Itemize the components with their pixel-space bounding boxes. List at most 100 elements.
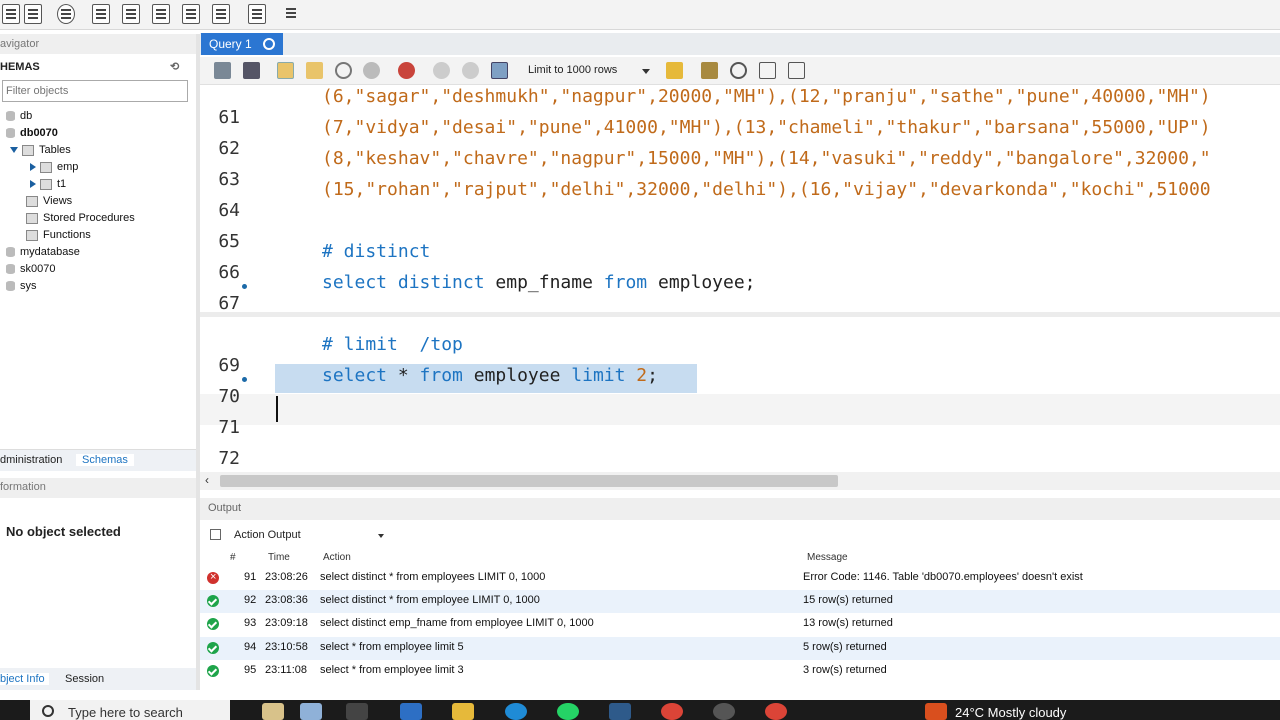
output-row[interactable]: 92 23:08:36 select distinct * from emplo… [200, 590, 1280, 613]
column-header-action[interactable]: Action [323, 552, 351, 563]
wrap-icon[interactable] [788, 62, 805, 79]
output-row[interactable]: 95 23:11:08 select * from employee limit… [200, 660, 1280, 683]
rollback-icon[interactable] [462, 62, 479, 79]
tab-query-1[interactable]: Query 1 [201, 33, 283, 55]
file-explorer-icon[interactable] [452, 703, 474, 720]
row-action: select distinct * from employee LIMIT 0,… [320, 594, 540, 606]
output-row[interactable]: 91 23:08:26 select distinct * from emplo… [200, 567, 1280, 590]
code-text: (7,"vidya","desai","pune",41000,"MH"),(1… [322, 117, 1211, 138]
execute-icon[interactable] [277, 62, 294, 79]
create-schema-icon[interactable] [92, 4, 110, 24]
column-header-time[interactable]: Time [268, 552, 290, 563]
toggle-error-icon[interactable] [398, 62, 415, 79]
output-column-headers: # Time Action Message [200, 549, 1280, 567]
search-table-icon[interactable] [248, 4, 266, 24]
schema-item-sk0070[interactable]: sk0070 [6, 263, 55, 275]
tree-item-table-emp[interactable]: emp [30, 161, 78, 173]
clock-icon[interactable] [713, 703, 735, 720]
inspector-icon[interactable] [57, 4, 75, 24]
weather-icon[interactable] [925, 703, 947, 720]
row-time: 23:11:08 [265, 664, 308, 676]
query-tab-label: Query 1 [209, 37, 252, 51]
reconnect-icon[interactable] [283, 4, 301, 24]
expand-arrow-icon[interactable] [10, 147, 18, 154]
close-icon[interactable] [263, 38, 275, 50]
format-icon[interactable] [701, 62, 718, 79]
scrollbar-thumb[interactable] [220, 475, 838, 487]
keyword: from [603, 272, 648, 293]
tab-schemas[interactable]: Schemas [76, 454, 134, 466]
code-line: 70 select * from employee limit 2; [200, 365, 1280, 407]
save-icon[interactable] [243, 62, 260, 79]
tree-item-views[interactable]: Views [26, 195, 72, 207]
widgets-icon[interactable] [346, 703, 368, 720]
stop-icon[interactable] [363, 62, 380, 79]
collapse-arrow-icon[interactable] [30, 180, 36, 189]
row-num: 93 [244, 617, 257, 629]
row-message: 5 row(s) returned [803, 641, 887, 653]
app-icon[interactable] [300, 703, 322, 720]
output-row[interactable]: 93 23:09:18 select distinct emp_fname fr… [200, 613, 1280, 636]
open-folder-icon[interactable] [214, 62, 231, 79]
execute-current-icon[interactable] [306, 62, 323, 79]
output-row[interactable]: 94 23:10:58 select * from employee limit… [200, 637, 1280, 660]
collapse-arrow-icon[interactable] [30, 163, 36, 172]
open-sql-icon[interactable] [24, 4, 42, 24]
mysql-workbench-icon[interactable] [609, 703, 631, 720]
task-view-icon[interactable] [262, 703, 284, 720]
line-number: 72 [218, 448, 240, 469]
information-header: formation [0, 478, 196, 498]
output-type-select[interactable]: Action Output [228, 525, 388, 545]
navigator-tabs: dministration Schemas [0, 449, 196, 471]
create-view-icon[interactable] [152, 4, 170, 24]
scroll-left-icon[interactable]: ‹ [205, 473, 209, 487]
folder-icon [26, 195, 38, 207]
schema-item-db[interactable]: db [6, 110, 32, 122]
search-icon[interactable] [730, 62, 747, 79]
commit-icon[interactable] [433, 62, 450, 79]
schema-item-sys[interactable]: sys [6, 280, 37, 292]
code-line: 65 [200, 210, 1280, 252]
chrome-icon[interactable] [765, 703, 787, 720]
views-label: Views [43, 195, 73, 207]
filter-objects-input[interactable] [2, 80, 188, 102]
schema-label: db0070 [20, 127, 58, 139]
folder-icon [26, 229, 38, 241]
tab-administration[interactable]: dministration [0, 454, 62, 466]
limit-rows-select[interactable]: Limit to 1000 rows [522, 61, 654, 81]
table-label: t1 [57, 178, 67, 190]
database-icon [6, 281, 15, 292]
schema-item-mydatabase[interactable]: mydatabase [6, 246, 80, 258]
tab-object-info[interactable]: bject Info [0, 673, 49, 685]
copy-icon[interactable] [210, 529, 221, 540]
create-procedure-icon[interactable] [182, 4, 200, 24]
invisible-chars-icon[interactable] [759, 62, 776, 79]
functions-label: Functions [43, 229, 91, 241]
tree-item-table-t1[interactable]: t1 [30, 178, 66, 190]
refresh-icon[interactable]: ⟲ [170, 60, 179, 73]
schema-item-db0070[interactable]: db0070 [6, 127, 58, 139]
code-line: 63 (8,"keshav","chavre","nagpur",15000,"… [200, 148, 1280, 190]
tree-item-procedures[interactable]: Stored Procedures [26, 212, 135, 224]
whatsapp-icon[interactable] [557, 703, 579, 720]
new-connection-icon[interactable] [2, 4, 20, 24]
create-function-icon[interactable] [212, 4, 230, 24]
chrome-icon[interactable] [661, 703, 683, 720]
row-num: 95 [244, 664, 257, 676]
tab-session[interactable]: Session [65, 673, 104, 685]
column-header-message[interactable]: Message [807, 552, 848, 563]
tree-item-tables[interactable]: Tables [10, 144, 71, 156]
folded-line [200, 312, 1280, 317]
create-table-icon[interactable] [122, 4, 140, 24]
keyword: select distinct [322, 272, 485, 293]
autocommit-icon[interactable] [491, 62, 508, 79]
edge-icon[interactable] [505, 703, 527, 720]
tree-item-functions[interactable]: Functions [26, 229, 91, 241]
explain-icon[interactable] [335, 62, 352, 79]
comment-text: # distinct [322, 241, 431, 262]
code-line: 62 (7,"vidya","desai","pune",41000,"MH")… [200, 117, 1280, 159]
beautify-icon[interactable] [666, 62, 683, 79]
column-header-num[interactable]: # [230, 552, 236, 563]
store-icon[interactable] [400, 703, 422, 720]
taskbar-search[interactable]: Type here to search [30, 700, 230, 720]
